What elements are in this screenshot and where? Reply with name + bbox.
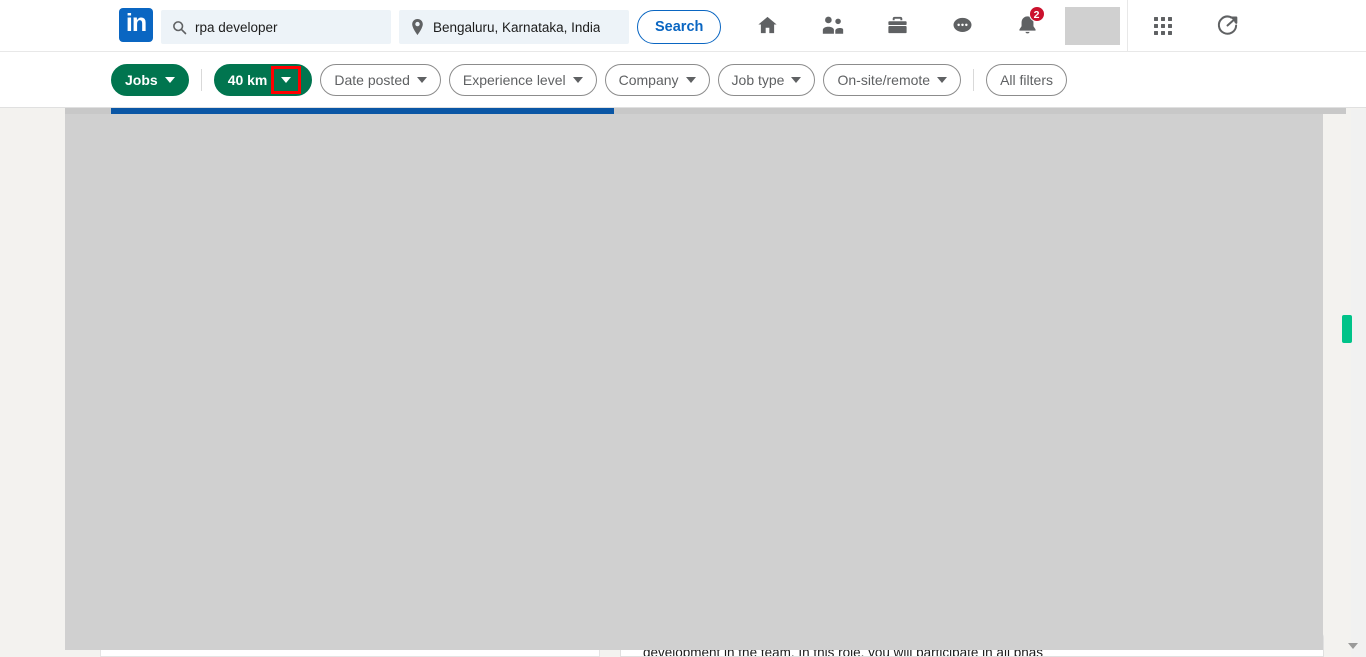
- chevron-down-icon: [572, 76, 583, 83]
- filter-pill-all-filters-label: All filters: [1000, 71, 1053, 88]
- filter-pill-date-posted-label: Date posted: [334, 71, 410, 88]
- filter-divider: [200, 68, 202, 91]
- notifications-badge: 2: [1028, 6, 1045, 22]
- linkedin-logo[interactable]: in: [119, 8, 153, 42]
- filter-pill-onsite-remote[interactable]: On-site/remote: [823, 63, 962, 96]
- header-nav: 2: [735, 0, 1260, 51]
- avatar: [1065, 6, 1120, 45]
- home-icon: [756, 14, 779, 37]
- apps-grid-icon: [1153, 16, 1173, 36]
- nav-item-me[interactable]: [1060, 0, 1125, 51]
- filter-row: Jobs 40 km Date posted Experience level …: [111, 52, 1067, 107]
- chevron-down-icon: [164, 76, 175, 83]
- filter-pill-job-type[interactable]: Job type: [717, 63, 816, 96]
- location-pin-icon: [409, 19, 425, 35]
- people-icon: [821, 14, 845, 37]
- filter-pill-company[interactable]: Company: [604, 63, 710, 96]
- search-icon: [171, 19, 187, 35]
- nav-item-messaging[interactable]: [930, 0, 995, 51]
- distance-dropdown-target[interactable]: [271, 65, 302, 94]
- nav-item-home[interactable]: [735, 0, 800, 51]
- search-location-value: Bengaluru, Karnataka, India: [433, 19, 601, 35]
- search-location-input[interactable]: Bengaluru, Karnataka, India: [399, 10, 629, 44]
- filter-pill-job-type-label: Job type: [731, 71, 785, 88]
- scrollbar-thumb[interactable]: [1342, 315, 1352, 343]
- nav-item-jobs[interactable]: [865, 0, 930, 51]
- search-keywords-value: rpa developer: [195, 19, 278, 35]
- filter-pill-experience-level[interactable]: Experience level: [448, 63, 597, 96]
- chevron-down-icon: [281, 76, 292, 83]
- nav-item-try-premium[interactable]: [1195, 0, 1260, 51]
- page-load-progress-fill: [111, 108, 614, 114]
- filter-pill-onsite-remote-label: On-site/remote: [837, 71, 931, 88]
- scrollbar-down-arrow-icon[interactable]: [1348, 643, 1358, 649]
- filter-pill-distance[interactable]: 40 km: [213, 63, 313, 96]
- target-arrow-icon: [1216, 14, 1239, 37]
- chevron-down-icon: [416, 76, 427, 83]
- filter-pill-date-posted[interactable]: Date posted: [320, 63, 441, 96]
- filter-pill-jobs[interactable]: Jobs: [111, 63, 189, 96]
- filter-pill-distance-label: 40 km: [227, 71, 268, 88]
- chevron-down-icon: [685, 76, 696, 83]
- global-header: in rpa developer Bengaluru, Karnataka, I…: [0, 0, 1366, 52]
- nav-item-work-apps[interactable]: [1130, 0, 1195, 51]
- filter-pill-jobs-label: Jobs: [125, 71, 158, 88]
- search-keywords-input[interactable]: rpa developer: [161, 10, 391, 44]
- filter-divider: [973, 68, 975, 91]
- jobs-filter-bar: Jobs 40 km Date posted Experience level …: [0, 52, 1366, 108]
- filter-pill-all-filters[interactable]: All filters: [986, 63, 1067, 96]
- search-button[interactable]: Search: [637, 10, 722, 44]
- nav-item-my-network[interactable]: [800, 0, 865, 51]
- linkedin-logo-text: in: [125, 9, 147, 37]
- message-bubble-icon: [951, 14, 974, 37]
- chevron-down-icon: [791, 76, 802, 83]
- filter-pill-company-label: Company: [618, 71, 679, 88]
- briefcase-icon: [886, 14, 909, 37]
- nav-divider: [1127, 0, 1128, 51]
- page-scrollbar[interactable]: [1351, 109, 1366, 657]
- chevron-down-icon: [937, 76, 948, 83]
- filter-pill-experience-level-label: Experience level: [462, 71, 566, 88]
- nav-item-notifications[interactable]: 2: [995, 0, 1060, 51]
- loading-content-overlay: [65, 114, 1323, 650]
